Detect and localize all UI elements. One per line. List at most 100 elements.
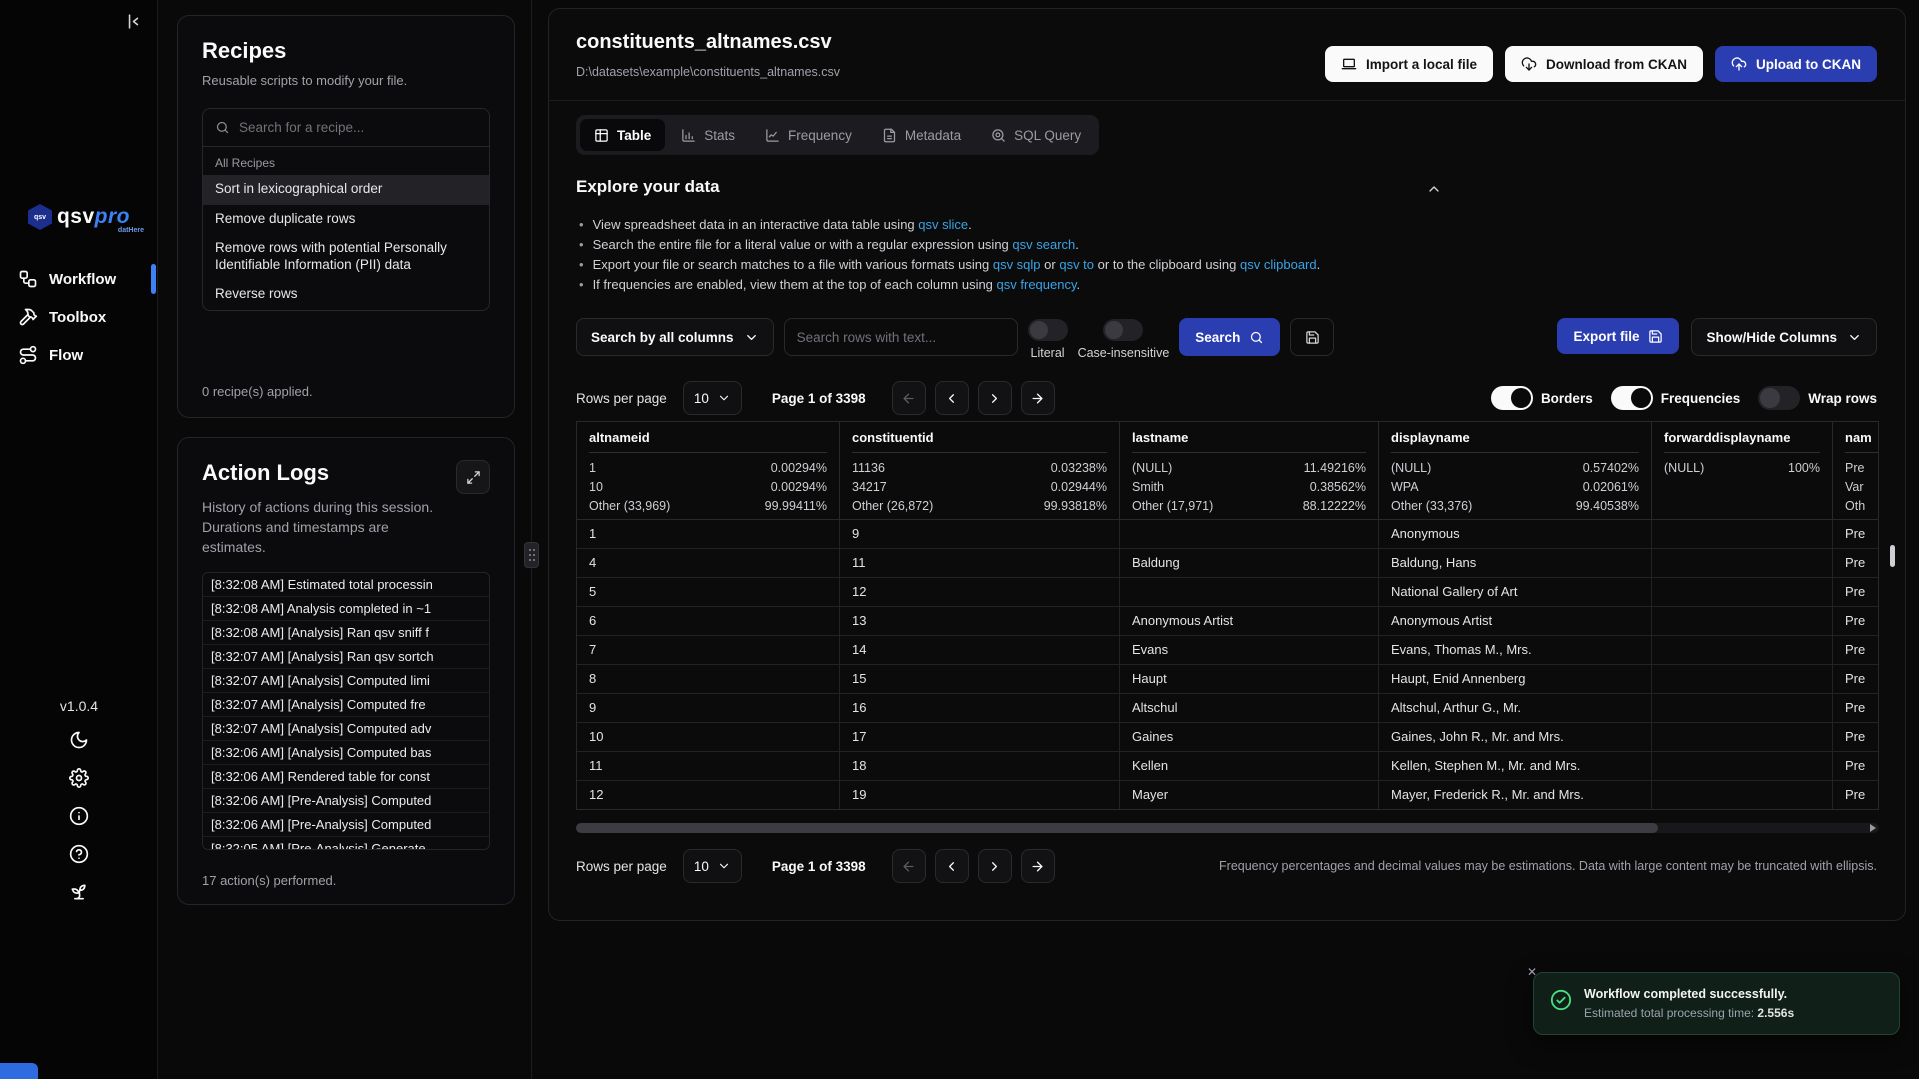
table-cell: 18 [840, 752, 1120, 780]
tab-table[interactable]: Table [580, 119, 665, 151]
sidebar-item-label: Workflow [49, 271, 116, 288]
last-page-button[interactable] [1021, 849, 1055, 883]
view-tabs: TableStatsFrequencyMetadataSQL Query [576, 115, 1099, 155]
gear-button[interactable] [69, 768, 89, 788]
panel-resize-handle[interactable] [524, 542, 539, 568]
table-cell: Pre [1833, 665, 1879, 693]
first-page-button[interactable] [892, 381, 926, 415]
info-button[interactable] [69, 806, 89, 826]
table-cell: 7 [577, 636, 840, 664]
literal-toggle[interactable] [1028, 319, 1068, 341]
recipe-item[interactable]: Remove rows with potential Personally Id… [203, 234, 489, 280]
chevron-right-icon [987, 391, 1002, 406]
table-row[interactable]: 411BaldungBaldung, HansPre [577, 548, 1878, 577]
action-logs-title: Action Logs [202, 460, 329, 486]
moon-button[interactable] [69, 730, 89, 750]
search-scope-select[interactable]: Search by all columns [576, 318, 774, 356]
sidebar-item-workflow[interactable]: Workflow [0, 262, 158, 296]
table-row[interactable]: 19AnonymousPre [577, 520, 1878, 548]
table-row[interactable]: 613Anonymous ArtistAnonymous ArtistPre [577, 606, 1878, 635]
sidebar-collapse-button[interactable] [124, 12, 143, 31]
view-toggles: BordersFrequenciesWrap rows [1491, 386, 1877, 410]
log-entry: [8:32:07 AM] [Analysis] Computed fre [203, 693, 489, 717]
sprout-icon [69, 882, 89, 902]
toggle-frequencies: Frequencies [1611, 386, 1741, 410]
tab-stats[interactable]: Stats [667, 119, 749, 151]
case-insensitive-toggle[interactable] [1103, 319, 1143, 341]
file-header: constituents_altnames.csv D:\datasets\ex… [549, 9, 1905, 101]
table-cell [1652, 752, 1833, 780]
first-page-button[interactable] [892, 849, 926, 883]
action-logs-panel: Action Logs History of actions during th… [177, 437, 515, 905]
scroll-right-icon [1870, 824, 1876, 832]
recipe-item[interactable]: Sort in lexicographical order [203, 175, 489, 204]
table-cell: Kellen [1120, 752, 1379, 780]
column-header-forwarddisplayname: forwarddisplayname(NULL)100% [1652, 422, 1833, 519]
help-button[interactable] [69, 844, 89, 864]
doc-link[interactable]: qsv search [1012, 237, 1075, 252]
gear-icon [69, 768, 89, 788]
table-row[interactable]: 714EvansEvans, Thomas M., Mrs.Pre [577, 635, 1878, 664]
search-input[interactable] [784, 318, 1018, 356]
borders-switch[interactable] [1491, 386, 1533, 410]
frequency-entry: WPA0.02061% [1391, 478, 1639, 497]
log-entry: [8:32:07 AM] [Analysis] Computed limi [203, 669, 489, 693]
show-hide-columns-button[interactable]: Show/Hide Columns [1691, 318, 1877, 356]
table-row[interactable]: 916AltschulAltschul, Arthur G., Mr.Pre [577, 693, 1878, 722]
recipe-search-input[interactable] [239, 120, 477, 135]
table-row[interactable]: 815HauptHaupt, Enid AnnenbergPre [577, 664, 1878, 693]
action-logs-footer: 17 action(s) performed. [202, 873, 336, 888]
doc-link[interactable]: qsv to [1059, 257, 1094, 272]
table-row[interactable]: 512National Gallery of ArtPre [577, 577, 1878, 606]
sprout-button[interactable] [69, 882, 89, 902]
tab-frequency[interactable]: Frequency [751, 119, 866, 151]
table-cell: Evans, Thomas M., Mrs. [1379, 636, 1652, 664]
table-cell: 19 [840, 781, 1120, 809]
sidebar-item-flow[interactable]: Flow [0, 338, 158, 372]
previous-page-button[interactable] [935, 849, 969, 883]
recipe-item[interactable]: Remove duplicate rows [203, 205, 489, 234]
frequency-entry: Other (26,872)99.93818% [852, 497, 1107, 516]
sidebar-item-toolbox[interactable]: Toolbox [0, 300, 158, 334]
download-ckan-button[interactable]: Download from CKAN [1505, 46, 1703, 82]
panel-divider [531, 0, 532, 1079]
previous-page-button[interactable] [935, 381, 969, 415]
close-icon[interactable]: ✕ [1527, 966, 1537, 978]
import-file-button[interactable]: Import a local file [1325, 46, 1493, 82]
maximize-icon [466, 470, 481, 485]
rows-per-page-select[interactable]: 10 [683, 381, 742, 415]
horizontal-scrollbar[interactable] [576, 823, 1879, 833]
chevron-up-icon [1426, 181, 1442, 197]
next-page-button[interactable] [978, 381, 1012, 415]
window-scrollbar-thumb[interactable] [1890, 545, 1895, 567]
table-row[interactable]: 1118KellenKellen, Stephen M., Mr. and Mr… [577, 751, 1878, 780]
tab-metadata[interactable]: Metadata [868, 119, 975, 151]
collapse-section-button[interactable] [1426, 181, 1442, 197]
doc-link[interactable]: qsv sqlp [993, 257, 1041, 272]
frequencies-switch[interactable] [1611, 386, 1653, 410]
rows-per-page-select[interactable]: 10 [683, 849, 742, 883]
expand-logs-button[interactable] [456, 460, 490, 494]
recipes-group-label: All Recipes [203, 147, 489, 175]
save-search-button[interactable] [1290, 318, 1334, 356]
search-button[interactable]: Search [1179, 318, 1280, 356]
table-cell: Pre [1833, 723, 1879, 751]
arrow-right-icon [1030, 859, 1045, 874]
doc-link[interactable]: qsv clipboard [1240, 257, 1317, 272]
table-row[interactable]: 1219MayerMayer, Frederick R., Mr. and Mr… [577, 780, 1878, 809]
tab-sql-query[interactable]: SQL Query [977, 119, 1095, 151]
upload-ckan-button[interactable]: Upload to CKAN [1715, 46, 1877, 82]
next-page-button[interactable] [978, 849, 1012, 883]
doc-link[interactable]: qsv frequency [997, 277, 1077, 292]
horizontal-scrollbar-thumb[interactable] [576, 823, 1658, 833]
table-cell: Haupt [1120, 665, 1379, 693]
recipe-item[interactable]: Reverse rows [203, 280, 489, 309]
laptop-icon [1341, 56, 1357, 72]
wrap-rows-switch[interactable] [1758, 386, 1800, 410]
last-page-button[interactable] [1021, 381, 1055, 415]
table-row[interactable]: 1017GainesGaines, John R., Mr. and Mrs.P… [577, 722, 1878, 751]
table-cell: Pre [1833, 607, 1879, 635]
brand-pro: pro [95, 205, 130, 228]
export-file-button[interactable]: Export file [1557, 318, 1679, 354]
doc-link[interactable]: qsv slice [918, 217, 968, 232]
